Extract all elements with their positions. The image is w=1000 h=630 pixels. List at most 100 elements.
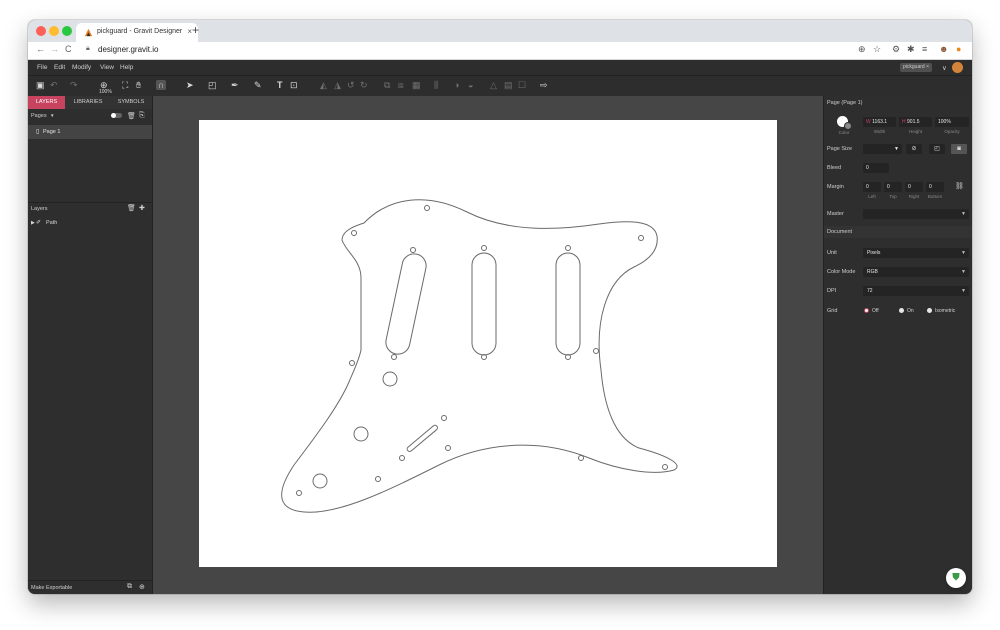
artboard-page[interactable] xyxy=(199,120,777,567)
ungroup-icon[interactable]: ⧈ xyxy=(398,80,404,91)
extension-gear-icon[interactable]: ⚙ xyxy=(892,44,900,55)
new-tab-button[interactable]: + xyxy=(192,23,199,37)
hand-tool-icon[interactable]: ✋︎ xyxy=(136,80,141,91)
extensions-puzzle-icon[interactable]: ✱ xyxy=(907,44,915,55)
arrange-icon[interactable]: ▦ xyxy=(412,80,421,91)
add-layer-icon[interactable]: ✚ xyxy=(139,204,145,212)
document-tab[interactable]: pickguard × xyxy=(900,63,932,72)
margin-bottom-caption: Bottom xyxy=(927,194,943,199)
frame-icon[interactable]: ☐ xyxy=(518,80,526,91)
save-icon[interactable]: ▣ xyxy=(36,80,45,91)
fit-canvas-icon[interactable]: ⛶ xyxy=(122,80,128,91)
path-operations-icon[interactable]: △ xyxy=(490,80,497,91)
color-mode-dropdown[interactable]: RGB ▼ xyxy=(863,267,969,277)
url-field[interactable]: 🔒︎ designer.gravit.io xyxy=(82,44,842,57)
show-in-multipage-icon[interactable]: ◙ xyxy=(951,144,967,154)
grid-off-radio[interactable] xyxy=(864,308,869,313)
magnet-snap-icon[interactable]: ∩ xyxy=(156,80,167,90)
menu-modify[interactable]: Modify xyxy=(72,64,91,71)
grid-on-label: On xyxy=(907,308,914,314)
browser-tab[interactable]: pickguard - Gravit Designer × xyxy=(76,23,198,42)
boolean-union-icon[interactable]: ◑ xyxy=(454,80,459,90)
image-tool-icon[interactable]: ⊡ xyxy=(290,80,298,91)
dpi-dropdown[interactable]: 72 ▼ xyxy=(863,286,969,296)
main-toolbar: ▣ ↶ ↷ ⊕ 100% ⛶ ✋︎ ∩ ➤ ◰ ✒ ✎ T ⊡ ◭ ◮ ↺ ↻ … xyxy=(28,75,972,97)
pointer-tool-icon[interactable]: ➤ xyxy=(186,80,194,91)
master-dropdown[interactable]: ▼ xyxy=(863,209,969,219)
margin-right-field[interactable]: 0 xyxy=(905,182,923,192)
bleed-field[interactable]: 0 xyxy=(863,163,889,173)
dpi-value: 72 xyxy=(867,288,873,294)
grid-isometric-radio[interactable] xyxy=(927,308,932,313)
opacity-field[interactable]: 100% xyxy=(935,117,969,127)
expand-caret-icon[interactable]: ▶ xyxy=(31,220,35,226)
pen-tool-icon[interactable]: ✒ xyxy=(231,80,239,91)
chrome-menu-icon[interactable]: ● xyxy=(956,44,961,54)
rotate-left-icon[interactable]: ↺ xyxy=(347,80,355,91)
undo-icon[interactable]: ↶ xyxy=(50,80,58,91)
profile-avatar-icon[interactable]: ☻ xyxy=(939,44,948,54)
maximize-window-button[interactable] xyxy=(62,26,72,36)
pages-dropdown-caret-icon[interactable]: ▼ xyxy=(50,113,54,118)
canvas-area[interactable] xyxy=(153,96,823,594)
margin-bottom-field[interactable]: 0 xyxy=(926,182,944,192)
pencil-tool-icon[interactable]: ✎ xyxy=(254,80,262,91)
minimize-window-button[interactable] xyxy=(49,26,59,36)
middle-pickup-slot xyxy=(471,252,497,356)
tab-layers[interactable]: LAYERS xyxy=(28,96,65,109)
menu-help[interactable]: Help xyxy=(120,64,133,71)
orientation-icon[interactable]: ⊘ xyxy=(906,144,922,154)
delete-layer-icon[interactable]: 🗑︎ xyxy=(127,204,136,212)
mask-icon[interactable]: ▤ xyxy=(504,80,513,91)
rotate-right-icon[interactable]: ↻ xyxy=(360,80,368,91)
back-icon[interactable]: ← xyxy=(36,44,45,54)
export-slice-icon[interactable]: ⧉ xyxy=(127,583,132,591)
boolean-subtract-icon[interactable]: ◒ xyxy=(468,80,473,90)
menu-edit[interactable]: Edit xyxy=(54,64,65,71)
margin-left-field[interactable]: 0 xyxy=(863,182,881,192)
redo-icon[interactable]: ↷ xyxy=(70,80,78,91)
tab-libraries[interactable]: LIBRARIES xyxy=(68,96,108,109)
forward-icon[interactable]: → xyxy=(50,44,59,54)
add-export-icon[interactable]: ⊕ xyxy=(139,583,145,591)
add-page-icon[interactable]: ⎘ xyxy=(139,112,145,120)
tab-symbols[interactable]: SYMBOLS xyxy=(112,96,150,109)
margin-top-field[interactable]: 0 xyxy=(884,182,902,192)
location-icon[interactable]: ⊕ xyxy=(858,44,866,55)
clip-content-icon[interactable]: ◰ xyxy=(929,144,945,154)
height-field[interactable]: H 901.5 xyxy=(899,117,932,127)
panel-tabs: LAYERS LIBRARIES SYMBOLS xyxy=(28,96,152,109)
layer-row[interactable]: ▶ ✐ Path xyxy=(28,218,152,230)
shape-tool-icon[interactable]: ◰ xyxy=(208,80,217,91)
page-list-item[interactable]: ▯ Page 1 xyxy=(28,125,152,139)
pages-toggle[interactable] xyxy=(111,113,122,118)
page-size-dropdown[interactable]: ▼ xyxy=(863,144,902,154)
menu-file[interactable]: File xyxy=(37,64,47,71)
unit-dropdown[interactable]: Pixels ▼ xyxy=(863,248,969,258)
color-options-icon[interactable] xyxy=(844,122,852,130)
user-avatar[interactable] xyxy=(952,62,963,73)
flip-vertical-icon[interactable]: ◮ xyxy=(334,80,341,91)
bleed-label: Bleed xyxy=(827,165,842,171)
make-exportable-label[interactable]: Make Exportable xyxy=(31,585,72,591)
group-icon[interactable]: ⧉ xyxy=(384,80,390,91)
grid-on-radio[interactable] xyxy=(899,308,904,313)
reload-icon[interactable]: C xyxy=(65,44,72,54)
flip-horizontal-icon[interactable]: ◭ xyxy=(320,80,327,91)
bookmark-star-icon[interactable]: ☆ xyxy=(873,44,881,55)
help-shield-icon[interactable]: ⛊ xyxy=(946,568,966,588)
color-mode-value: RGB xyxy=(867,269,878,275)
margin-lock-icon[interactable]: ⛓ xyxy=(955,182,964,190)
reading-list-icon[interactable]: ≡ xyxy=(922,44,927,54)
delete-page-icon[interactable]: 🗑︎ xyxy=(127,112,136,120)
export-icon[interactable]: ⇨ xyxy=(540,80,548,91)
user-menu-caret-icon[interactable]: ∨ xyxy=(942,64,947,72)
width-field[interactable]: W 1163.1 xyxy=(863,117,896,127)
close-window-button[interactable] xyxy=(36,26,46,36)
text-tool-icon[interactable]: T xyxy=(277,80,283,90)
align-icon[interactable]: ⫼ xyxy=(434,80,438,91)
pickguard-drawing[interactable] xyxy=(199,120,777,567)
menu-view[interactable]: View xyxy=(100,64,114,71)
switch-slot xyxy=(406,424,438,452)
pickguard-outline xyxy=(281,199,678,513)
